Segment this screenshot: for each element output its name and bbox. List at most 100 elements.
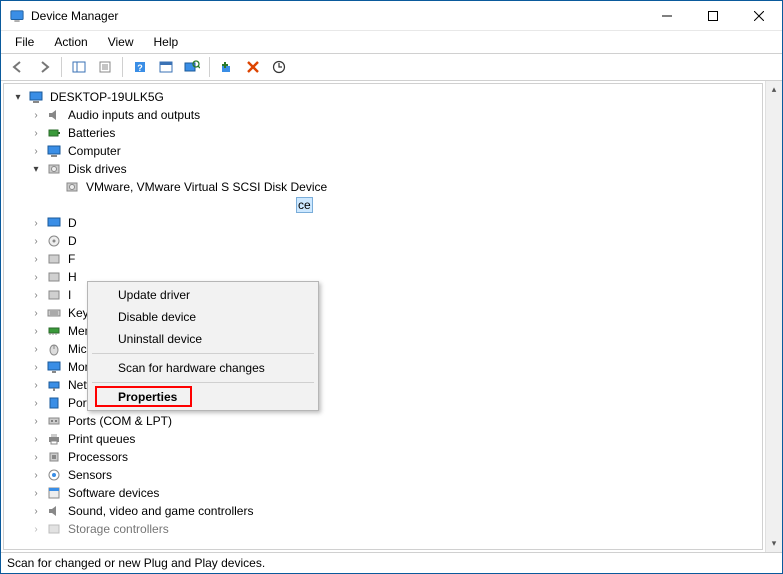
app-icon	[9, 8, 25, 24]
expand-icon[interactable]: ›	[28, 434, 44, 445]
expand-icon[interactable]: ›	[28, 128, 44, 139]
tree-node[interactable]: › F	[4, 250, 762, 268]
vertical-scrollbar[interactable]: ▴ ▾	[765, 81, 782, 552]
speaker-icon	[46, 107, 62, 123]
tree-node-label: Sound, video and game controllers	[66, 504, 255, 518]
device-tree[interactable]: ▾ DESKTOP-19ULK5G › Audio inputs and out…	[3, 83, 763, 550]
generic-icon	[46, 251, 62, 267]
expand-icon[interactable]: ›	[28, 290, 44, 301]
tree-node[interactable]: › Batteries	[4, 124, 762, 142]
network-icon	[46, 377, 62, 393]
minimize-button[interactable]	[644, 1, 690, 30]
ports-icon	[46, 413, 62, 429]
tree-node[interactable]: › Software devices	[4, 484, 762, 502]
monitor-icon	[46, 359, 62, 375]
expand-icon[interactable]: ›	[28, 146, 44, 157]
window-controls	[644, 1, 782, 30]
cm-separator	[92, 353, 314, 354]
expand-icon[interactable]: ›	[28, 524, 44, 535]
tree-node[interactable]: › D	[4, 214, 762, 232]
hid-icon	[46, 269, 62, 285]
cm-update-driver[interactable]: Update driver	[90, 284, 316, 306]
menu-view[interactable]: View	[98, 33, 144, 51]
tree-node-label: Storage controllers	[66, 522, 171, 536]
tree-node[interactable]: › Audio inputs and outputs	[4, 106, 762, 124]
close-button[interactable]	[736, 1, 782, 30]
tree-root[interactable]: ▾ DESKTOP-19ULK5G	[4, 88, 762, 106]
cm-scan-hardware[interactable]: Scan for hardware changes	[90, 357, 316, 379]
cm-disable-device[interactable]: Disable device	[90, 306, 316, 328]
context-menu: Update driver Disable device Uninstall d…	[87, 281, 319, 411]
tree-node-label: Audio inputs and outputs	[66, 108, 202, 122]
expand-icon[interactable]: ›	[28, 272, 44, 283]
tree-node[interactable]: › Computer	[4, 142, 762, 160]
scroll-up-arrow[interactable]: ▴	[766, 81, 782, 98]
tree-node-label: F	[66, 252, 77, 266]
disk-icon	[64, 179, 80, 195]
expand-icon[interactable]: ›	[28, 452, 44, 463]
expand-icon[interactable]: ›	[28, 380, 44, 391]
sensor-icon	[46, 467, 62, 483]
status-text: Scan for changed or new Plug and Play de…	[7, 556, 265, 570]
tree-node[interactable]: › Print queues	[4, 430, 762, 448]
mouse-icon	[46, 341, 62, 357]
toolbar: ?	[1, 53, 782, 81]
tree-node[interactable]: › D	[4, 232, 762, 250]
expand-icon[interactable]: ›	[28, 110, 44, 121]
uninstall-button[interactable]	[241, 56, 265, 78]
expand-icon[interactable]: ›	[28, 254, 44, 265]
expand-icon[interactable]: ›	[28, 416, 44, 427]
tree-node-disk-item[interactable]: VMware, VMware Virtual S SCSI Disk Devic…	[4, 178, 762, 196]
cm-uninstall-device[interactable]: Uninstall device	[90, 328, 316, 350]
tree-node-label: Ports (COM & LPT)	[66, 414, 174, 428]
toolbar-separator	[209, 57, 210, 77]
menu-help[interactable]: Help	[144, 33, 189, 51]
memory-icon	[46, 323, 62, 339]
tree-node[interactable]: › Sound, video and game controllers	[4, 502, 762, 520]
toolbar-separator	[61, 57, 62, 77]
expand-icon[interactable]: ›	[28, 488, 44, 499]
menu-file[interactable]: File	[5, 33, 44, 51]
show-hide-tree-button[interactable]	[67, 56, 91, 78]
tree-node-label: ce	[296, 197, 313, 213]
menubar: File Action View Help	[1, 31, 782, 53]
expand-icon[interactable]: ›	[28, 362, 44, 373]
expand-icon[interactable]: ›	[28, 308, 44, 319]
update-driver-button[interactable]	[267, 56, 291, 78]
scroll-down-arrow[interactable]: ▾	[766, 535, 782, 552]
properties-button[interactable]	[93, 56, 117, 78]
action-button[interactable]	[154, 56, 178, 78]
tree-node[interactable]: › Ports (COM & LPT)	[4, 412, 762, 430]
expand-icon[interactable]: ›	[28, 236, 44, 247]
printer-icon	[46, 431, 62, 447]
scan-hardware-button[interactable]	[180, 56, 204, 78]
scroll-track[interactable]	[766, 98, 782, 535]
device-manager-window: Device Manager File Action View Help ?	[0, 0, 783, 574]
help-button[interactable]: ?	[128, 56, 152, 78]
maximize-button[interactable]	[690, 1, 736, 30]
svg-text:?: ?	[137, 63, 143, 73]
tree-node[interactable]: › Storage controllers	[4, 520, 762, 538]
back-button[interactable]	[6, 56, 30, 78]
enable-button[interactable]	[215, 56, 239, 78]
cm-properties[interactable]: Properties	[90, 386, 316, 408]
expand-icon[interactable]: ›	[28, 218, 44, 229]
expand-icon[interactable]: ›	[28, 398, 44, 409]
tree-node-label: Disk drives	[66, 162, 129, 176]
expand-icon[interactable]: ›	[28, 344, 44, 355]
tree-node[interactable]: › Processors	[4, 448, 762, 466]
expand-icon[interactable]: ›	[28, 326, 44, 337]
tree-node-disk-drives[interactable]: ▾ Disk drives	[4, 160, 762, 178]
tree-node-disk-item-selected[interactable]: ce	[4, 196, 762, 214]
expand-icon[interactable]: ▾	[28, 164, 44, 175]
tree-node-label: Print queues	[66, 432, 137, 446]
tree-node[interactable]: › Sensors	[4, 466, 762, 484]
computer-icon	[46, 143, 62, 159]
forward-button[interactable]	[32, 56, 56, 78]
expand-icon[interactable]: ›	[28, 470, 44, 481]
expand-icon[interactable]: ▾	[10, 92, 26, 103]
menu-action[interactable]: Action	[44, 33, 97, 51]
expand-icon[interactable]: ›	[28, 506, 44, 517]
display-icon	[46, 215, 62, 231]
tree-node-label: H	[66, 270, 79, 284]
